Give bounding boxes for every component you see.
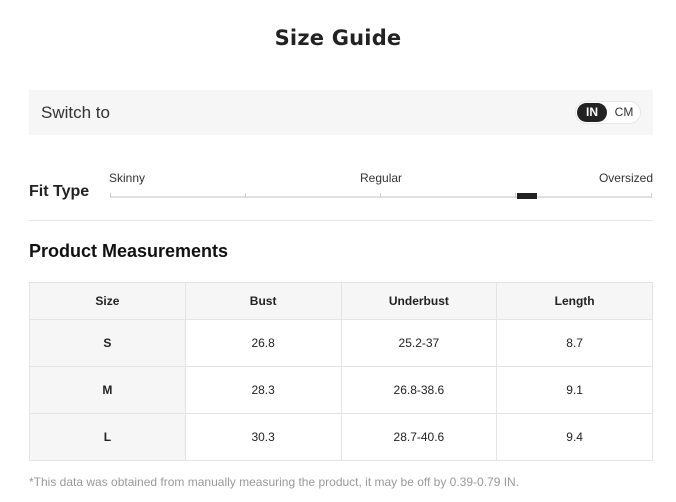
fit-tick	[110, 193, 111, 198]
size-cell: S	[29, 319, 186, 367]
table-row: M 28.3 26.8-38.6 9.1	[29, 366, 653, 414]
switch-label: Switch to	[41, 103, 110, 122]
unit-switch-bar: Switch to IN CM	[29, 90, 653, 135]
unit-toggle[interactable]: IN CM	[575, 101, 641, 124]
column-header-underbust: Underbust	[340, 282, 498, 320]
page-title: Size Guide	[274, 26, 402, 50]
fit-scale-regular: Regular	[360, 171, 403, 185]
fit-tick	[245, 193, 246, 198]
fit-position-marker	[516, 193, 537, 199]
fit-scale-skinny: Skinny	[109, 171, 146, 185]
size-cell: M	[29, 366, 186, 414]
fit-tick	[651, 193, 652, 198]
fit-type-label: Fit Type	[29, 183, 90, 200]
column-header-length: Length	[496, 282, 653, 320]
underbust-cell: 25.2-37	[340, 319, 498, 367]
column-header-size: Size	[29, 282, 186, 320]
length-cell: 9.4	[496, 413, 653, 461]
measurement-footnote: *This data was obtained from manually me…	[29, 475, 520, 489]
table-row: L 30.3 28.7-40.6 9.4	[29, 413, 653, 461]
bust-cell: 28.3	[184, 366, 342, 414]
section-divider	[29, 220, 653, 221]
bust-cell: 30.3	[184, 413, 342, 461]
unit-option-cm[interactable]: CM	[609, 103, 639, 122]
underbust-cell: 26.8-38.6	[340, 366, 498, 414]
fit-tick	[380, 193, 381, 198]
underbust-cell: 28.7-40.6	[340, 413, 498, 461]
bust-cell: 26.8	[184, 319, 342, 367]
table-header-row: Size Bust Underbust Length	[29, 282, 653, 320]
measurements-table: Size Bust Underbust Length S 26.8 25.2-3…	[29, 282, 653, 461]
column-header-bust: Bust	[184, 282, 342, 320]
fit-scale-track	[110, 193, 652, 199]
measurements-title: Product Measurements	[29, 241, 229, 261]
unit-option-in[interactable]: IN	[577, 103, 607, 122]
table-row: S 26.8 25.2-37 8.7	[29, 319, 653, 367]
size-cell: L	[29, 413, 186, 461]
length-cell: 8.7	[496, 319, 653, 367]
fit-scale-oversized: Oversized	[598, 171, 653, 185]
length-cell: 9.1	[496, 366, 653, 414]
